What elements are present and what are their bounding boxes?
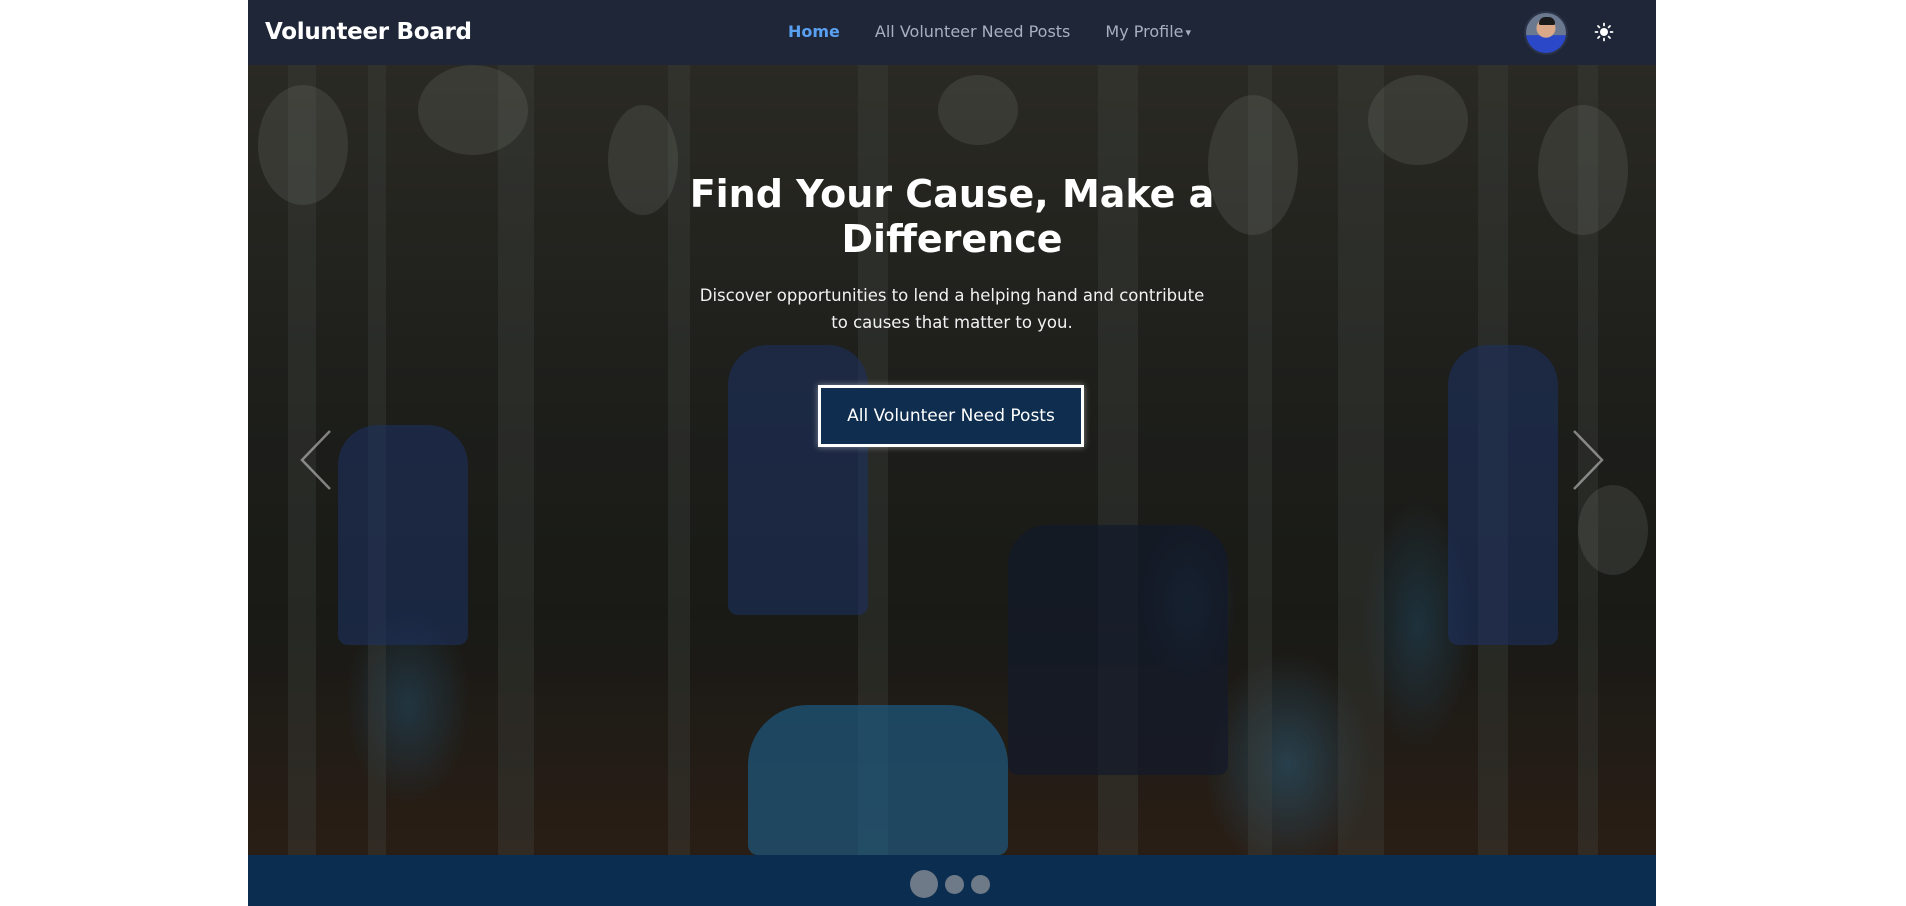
nav-link-my-profile[interactable]: My Profile ▾ [1105, 22, 1191, 41]
nav-links: Home All Volunteer Need Posts My Profile… [788, 22, 1191, 41]
hero-title: Find Your Cause, Make a Difference [689, 172, 1215, 261]
hero-subtitle: Discover opportunities to lend a helping… [699, 286, 1205, 332]
all-volunteer-posts-button[interactable]: All Volunteer Need Posts [818, 385, 1084, 447]
nav-link-my-profile-label: My Profile [1105, 22, 1184, 41]
carousel-prev-button[interactable] [296, 427, 340, 493]
navbar: Volunteer Board Home All Volunteer Need … [248, 0, 1656, 65]
carousel-dot-3[interactable] [971, 874, 990, 894]
brand-logo[interactable]: Volunteer Board [265, 19, 472, 45]
app-frame: Volunteer Board Home All Volunteer Need … [248, 0, 1656, 906]
carousel-dot-2[interactable] [945, 874, 964, 894]
nav-link-home[interactable]: Home [788, 22, 840, 41]
carousel-dot-1[interactable] [910, 870, 938, 898]
chevron-left-icon [300, 430, 331, 490]
carousel-pagination [248, 855, 1656, 906]
carousel-dots [910, 870, 990, 898]
theme-toggle-button[interactable] [1591, 19, 1617, 45]
nav-link-all-posts[interactable]: All Volunteer Need Posts [875, 22, 1070, 41]
sun-icon [1594, 22, 1614, 42]
carousel-next-button[interactable] [1564, 427, 1608, 493]
chevron-right-icon [1573, 430, 1604, 490]
avatar[interactable] [1524, 11, 1568, 55]
hero-carousel-slide: Find Your Cause, Make a Difference Disco… [248, 65, 1656, 855]
chevron-down-icon: ▾ [1185, 26, 1192, 39]
